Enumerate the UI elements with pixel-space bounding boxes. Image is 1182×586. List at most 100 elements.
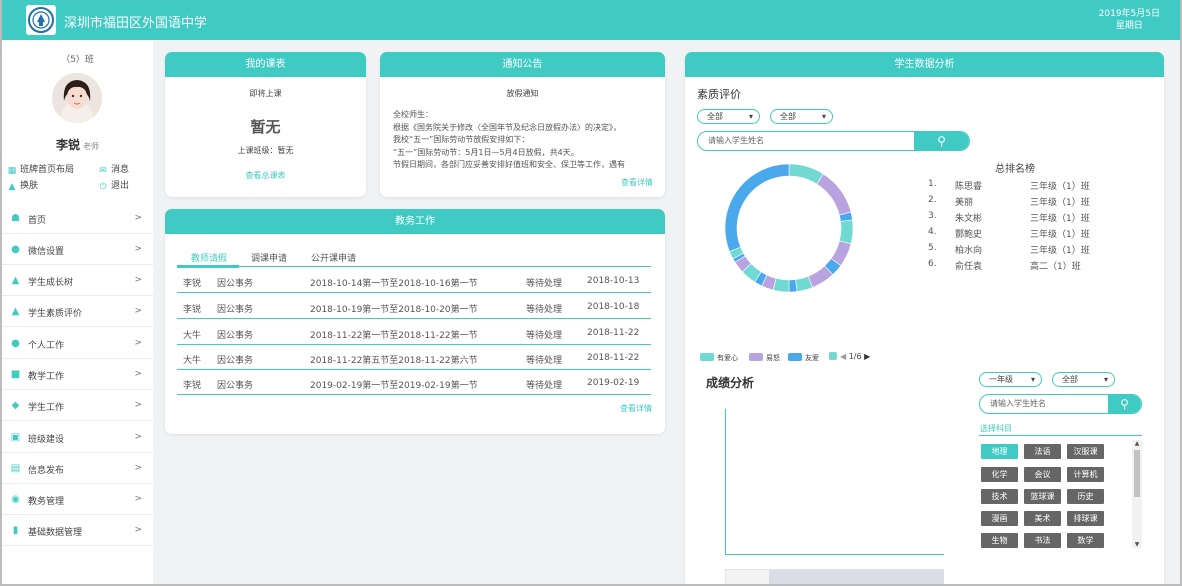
message-icon: ✉ [99, 166, 107, 176]
thumbs-up-icon: ▲ [11, 306, 20, 317]
horizontal-scrollbar[interactable] [725, 569, 944, 586]
shirt-icon: ▲ [8, 182, 16, 192]
logout-link[interactable]: ⏻ 退出 [98, 178, 129, 192]
notice-detail-link[interactable]: 查看详情 [621, 177, 653, 188]
prev-page-icon[interactable]: ◀ [840, 352, 846, 361]
table-row[interactable]: 大牛 因公事务 2018-11-22第五节至2018-11-22第六节 等待处理 201… [177, 345, 651, 370]
nav-growth-tree[interactable]: ▲ 学生成长树 > [2, 265, 153, 296]
tree-icon: ▲ [11, 275, 20, 286]
rank-name: 朱文彬 [955, 214, 983, 224]
nav-info-publish[interactable]: ▤ 信息发布 > [2, 453, 153, 484]
quality-filter-2[interactable]: 全部 [770, 109, 833, 124]
layout-icon: ▦ [7, 166, 17, 176]
affairs-title: 教务工作 [165, 209, 665, 234]
layout-link[interactable]: ▦ 班牌首页布局 [7, 162, 74, 176]
legend-item[interactable]: 有爱心 [700, 353, 738, 363]
subject-tag[interactable]: 书法 [1024, 533, 1061, 548]
rank-class: 三年级（1）班 [1030, 214, 1090, 224]
subject-tag[interactable]: 化学 [981, 467, 1018, 482]
rank-class: 三年级（1）班 [1030, 246, 1090, 256]
quality-filter-1[interactable]: 全部 [697, 109, 760, 124]
subject-tag[interactable]: 排球课 [1067, 511, 1104, 526]
scrollbar-thumb[interactable] [769, 570, 944, 585]
rank-number: 1. [928, 179, 937, 189]
subject-tag[interactable]: 篮球课 [1024, 489, 1061, 504]
date-text: 2019年5月5日 [1098, 9, 1160, 19]
affairs-detail-link[interactable]: 查看详情 [620, 403, 652, 414]
rank-name: 酆鲍史 [955, 230, 983, 240]
messages-link[interactable]: ✉ 消息 [98, 162, 129, 176]
nav-student-work[interactable]: ◆ 学生工作 > [2, 390, 153, 421]
next-page-icon[interactable]: ▶ [864, 352, 870, 361]
subject-tag[interactable]: 地理 [981, 444, 1018, 459]
subject-tag[interactable]: 计算机 [1067, 467, 1104, 482]
school-logo [26, 5, 56, 35]
sidebar: （5）班 李锐 老师 ▦ 班牌首页布局 ✉ 消息 ▲ 换肤 ⏻ 退出 ☗ 首页 > ● 微信设置… [2, 40, 153, 586]
power-icon: ⏻ [99, 182, 107, 192]
analysis-card: 学生数据分析 素质评价 全部 全部 请输入学生姓名 ⚲ 总排名榜 1. 陈思睿 … [685, 52, 1164, 586]
nav-home[interactable]: ☗ 首页 > [2, 203, 153, 234]
subject-tag[interactable]: 美术 [1024, 511, 1061, 526]
nav-base-data[interactable]: ▮ 基础数据管理 > [2, 515, 153, 546]
nav-wechat[interactable]: ● 微信设置 > [2, 234, 153, 265]
ranking-title: 总排名榜 [995, 164, 1035, 175]
scrollbar-thumb[interactable] [1134, 450, 1140, 497]
scroll-down-icon[interactable]: ▼ [1132, 541, 1142, 548]
tab-teacher-leave[interactable]: 教师请假 [191, 251, 227, 264]
notice-body: 全校师生： 根据《国务院关于修改〈全国年节及纪念日放假办法〉的决定》， 我校“五… [393, 110, 625, 169]
skin-link[interactable]: ▲ 换肤 [7, 178, 38, 192]
donut-slice[interactable] [839, 219, 854, 245]
tab-course-swap[interactable]: 调课申请 [251, 251, 287, 264]
analysis-title: 学生数据分析 [685, 52, 1164, 77]
donut-slice[interactable] [816, 173, 852, 216]
tab-open-class[interactable]: 公开课申请 [311, 251, 356, 264]
subject-divider [979, 435, 1142, 436]
grades-search-button[interactable]: ⚲ [1108, 395, 1141, 413]
top-header: 深圳市福田区外国语中学 2019年5月5日 星期日 [0, 0, 1182, 40]
subject-tag[interactable]: 法语 [1024, 444, 1061, 459]
legend-pager: ◀ 1/6 ▶ [829, 352, 870, 361]
schedule-class: 上课班级：暂无 [237, 146, 294, 155]
rank-name: 美丽 [955, 198, 974, 208]
grade-filter[interactable]: 一年级 [979, 372, 1042, 387]
subject-tag[interactable]: 数学 [1067, 533, 1104, 548]
subject-tag[interactable]: 汉服课 [1067, 444, 1104, 459]
donut-slice[interactable] [788, 279, 798, 293]
grades-search-input[interactable]: 请输入学生姓名 ⚲ [979, 394, 1142, 414]
table-row[interactable]: 李锐 因公事务 2018-10-14第一节至2018-10-16第一节 等待处理 201… [177, 268, 651, 293]
subject-tag[interactable]: 历史 [1067, 489, 1104, 504]
schedule-subtitle: 即将上课 [249, 89, 282, 98]
grades-title: 成绩分析 [706, 376, 755, 390]
notice-card: 通知公告 放假通知 全校师生： 根据《国务院关于修改〈全国年节及纪念日放假办法〉… [380, 52, 665, 197]
quality-search-input[interactable]: 请输入学生姓名 ⚲ [697, 131, 970, 151]
nav-class-building[interactable]: ▣ 班级建设 > [2, 422, 153, 453]
person-icon: ● [11, 338, 20, 349]
rank-name: 俞任袁 [955, 262, 983, 272]
subject-tag[interactable]: 技术 [981, 489, 1018, 504]
nav-quality-eval[interactable]: ▲ 学生素质评价 > [2, 296, 153, 327]
legend-item[interactable]: 易怒 [749, 353, 780, 363]
donut-slice[interactable] [724, 163, 790, 252]
quality-title: 素质评价 [697, 88, 741, 101]
affairs-card: 教务工作 教师请假 调课申请 公开课申请 李锐 因公事务 2018-10-14第一节… [165, 209, 665, 434]
scroll-up-icon[interactable]: ▲ [1132, 440, 1142, 447]
legend-item[interactable]: 友爱 [788, 353, 819, 363]
donut-slice[interactable] [788, 163, 824, 185]
table-row[interactable]: 李锐 因公事务 2018-10-19第一节至2018-10-20第一节 等待处理 201… [177, 294, 651, 319]
subject-label: 选择科目 [980, 424, 1012, 433]
class-filter[interactable]: 全部 [1052, 372, 1115, 387]
subject-tag[interactable]: 生物 [981, 533, 1018, 548]
table-row[interactable]: 大牛 因公事务 2018-11-22第一节至2018-11-22第一节 等待处理 201… [177, 320, 651, 345]
nav-teaching-work[interactable]: ■ 教学工作 > [2, 359, 153, 390]
subject-scrollbar[interactable]: ▲ ▼ [1132, 440, 1142, 548]
subject-tag[interactable]: 会议 [1024, 467, 1061, 482]
table-row[interactable]: 李锐 因公事务 2019-02-19第一节至2019-02-19第一节 等待处理 201… [177, 370, 651, 395]
rank-class: 三年级（1）班 [1030, 182, 1090, 192]
user-name-line: 李锐 老师 [2, 136, 153, 153]
newspaper-icon: ▤ [10, 463, 21, 474]
nav-personal-work[interactable]: ● 个人工作 > [2, 328, 153, 359]
subject-tag[interactable]: 漫画 [981, 511, 1018, 526]
nav-academic-mgmt[interactable]: ◉ 教务管理 > [2, 484, 153, 515]
quality-search-button[interactable]: ⚲ [914, 132, 969, 150]
view-schedule-link[interactable]: 查看总课表 [165, 170, 366, 181]
